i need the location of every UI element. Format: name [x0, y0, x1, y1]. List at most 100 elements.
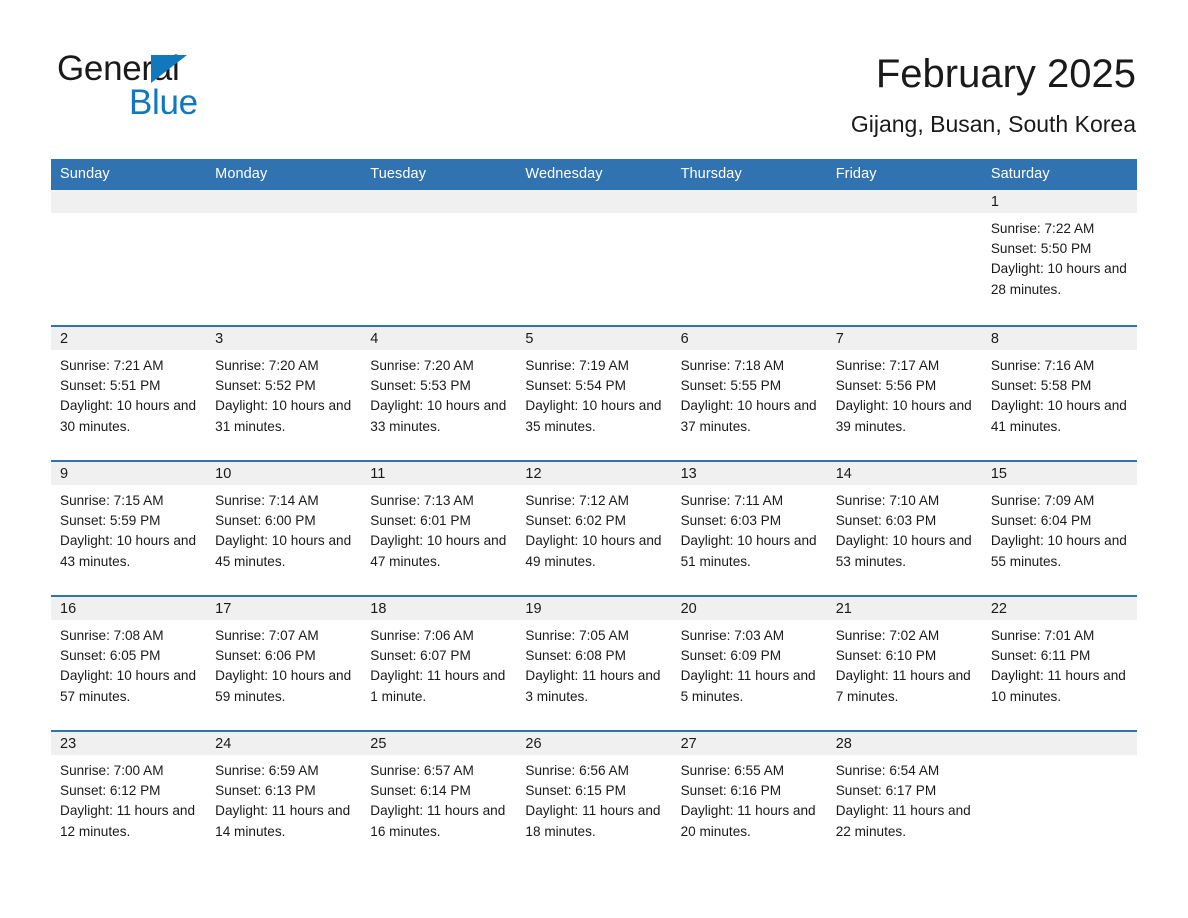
calendar-day-cell[interactable] — [981, 730, 1137, 865]
sunrise-text: Sunrise: 7:22 AM — [990, 221, 1095, 236]
sunrise-text: Sunrise: 7:18 AM — [680, 358, 785, 373]
daylight-text: Daylight: 10 hours and 33 minutes. — [370, 398, 507, 434]
sunset-text: Sunset: 6:17 PM — [835, 783, 937, 799]
calendar-day-cell[interactable]: 1 Sunrise: 7:22 AM Sunset: 5:50 PM Daylight… — [981, 190, 1137, 326]
weekday-header-monday: Monday — [206, 159, 362, 190]
calendar-day-cell[interactable]: 11 Sunrise: 7:13 AM Sunset: 6:01 PM Dayligh… — [361, 460, 517, 596]
calendar-day-cell[interactable]: 16 Sunrise: 7:08 AM Sunset: 6:05 PM Dayligh… — [51, 595, 207, 731]
daylight-text: Daylight: 11 hours and 7 minutes. — [835, 668, 971, 704]
sunset-text: Sunset: 5:50 PM — [990, 241, 1092, 257]
calendar-day-cell[interactable]: 2 Sunrise: 7:21 AM Sunset: 5:51 PM Daylight… — [51, 325, 207, 461]
day-number — [671, 190, 827, 213]
daylight-text: Daylight: 10 hours and 47 minutes. — [370, 533, 507, 569]
day-number: 12 — [516, 462, 672, 485]
calendar-day-cell[interactable]: 24 Sunrise: 6:59 AM Sunset: 6:13 PM Dayligh… — [206, 730, 362, 865]
day-number: 23 — [51, 732, 207, 755]
sunset-text: Sunset: 6:05 PM — [60, 648, 161, 664]
calendar-day-cell[interactable]: 12 Sunrise: 7:12 AM Sunset: 6:02 PM Dayligh… — [516, 460, 672, 596]
daylight-text: Daylight: 10 hours and 39 minutes. — [835, 398, 972, 434]
day-number: 15 — [981, 462, 1137, 485]
daylight-text: Daylight: 11 hours and 22 minutes. — [835, 803, 971, 839]
calendar-day-cell[interactable]: 7 Sunrise: 7:17 AM Sunset: 5:56 PM Daylight… — [826, 325, 982, 461]
calendar-day-cell[interactable]: 20 Sunrise: 7:03 AM Sunset: 6:09 PM Dayligh… — [671, 595, 827, 731]
sunrise-text: Sunrise: 7:03 AM — [680, 628, 785, 643]
day-number: 16 — [51, 597, 207, 620]
daylight-text: Daylight: 11 hours and 14 minutes. — [215, 803, 351, 839]
daylight-text: Daylight: 10 hours and 49 minutes. — [525, 533, 662, 569]
calendar-day-cell[interactable] — [361, 190, 517, 326]
daylight-text: Daylight: 11 hours and 3 minutes. — [525, 668, 661, 704]
daylight-text: Daylight: 11 hours and 10 minutes. — [990, 668, 1126, 704]
calendar-day-cell[interactable]: 8 Sunrise: 7:16 AM Sunset: 5:58 PM Daylight… — [981, 325, 1137, 461]
sunrise-text: Sunrise: 7:19 AM — [525, 358, 629, 373]
sunset-text: Sunset: 6:03 PM — [835, 513, 937, 529]
weekday-header-tuesday: Tuesday — [361, 159, 517, 190]
calendar-day-cell[interactable] — [51, 190, 207, 326]
day-number: 4 — [361, 327, 517, 350]
sunrise-text: Sunrise: 7:14 AM — [215, 493, 319, 508]
daylight-text: Daylight: 10 hours and 51 minutes. — [680, 533, 817, 569]
sunset-text: Sunset: 5:53 PM — [370, 378, 471, 394]
sunrise-text: Sunrise: 7:06 AM — [370, 628, 474, 643]
sunrise-text: Sunrise: 7:20 AM — [370, 358, 474, 373]
day-number: 21 — [826, 597, 982, 620]
sunset-text: Sunset: 6:15 PM — [525, 783, 626, 799]
calendar-day-cell[interactable]: 25 Sunrise: 6:57 AM Sunset: 6:14 PM Dayligh… — [361, 730, 517, 865]
calendar-day-cell[interactable]: 14 Sunrise: 7:10 AM Sunset: 6:03 PM Dayligh… — [826, 460, 982, 596]
calendar-week-row: 1 Sunrise: 7:22 AM Sunset: 5:50 PM Daylight… — [51, 190, 1137, 326]
calendar-week-row: 23 Sunrise: 7:00 AM Sunset: 6:12 PM Dayligh… — [51, 730, 1137, 865]
day-number — [206, 190, 362, 213]
sunset-text: Sunset: 5:56 PM — [835, 378, 937, 394]
day-number: 27 — [671, 732, 827, 755]
day-number — [51, 190, 207, 213]
sunrise-text: Sunrise: 7:09 AM — [990, 493, 1095, 508]
calendar-day-cell[interactable]: 10 Sunrise: 7:14 AM Sunset: 6:00 PM Dayligh… — [206, 460, 362, 596]
triangle-icon — [151, 55, 187, 83]
calendar-day-cell[interactable]: 18 Sunrise: 7:06 AM Sunset: 6:07 PM Dayligh… — [361, 595, 517, 731]
calendar-day-cell[interactable]: 19 Sunrise: 7:05 AM Sunset: 6:08 PM Dayligh… — [516, 595, 672, 731]
sunset-text: Sunset: 6:01 PM — [370, 513, 471, 529]
calendar-day-cell[interactable] — [671, 190, 827, 326]
calendar-day-cell[interactable]: 26 Sunrise: 6:56 AM Sunset: 6:15 PM Dayligh… — [516, 730, 672, 865]
sunset-text: Sunset: 6:13 PM — [215, 783, 316, 799]
calendar-body: 1 Sunrise: 7:22 AM Sunset: 5:50 PM Daylight… — [51, 190, 1137, 865]
sunset-text: Sunset: 5:52 PM — [215, 378, 316, 394]
calendar-day-cell[interactable] — [206, 190, 362, 326]
sunrise-text: Sunrise: 7:15 AM — [60, 493, 164, 508]
daylight-text: Daylight: 10 hours and 55 minutes. — [990, 533, 1127, 569]
calendar-week-row: 9 Sunrise: 7:15 AM Sunset: 5:59 PM Daylight… — [51, 460, 1137, 596]
sunrise-sunset-calendar: Sunday Monday Tuesday Wednesday Thursday… — [51, 159, 1137, 865]
calendar-day-cell[interactable]: 15 Sunrise: 7:09 AM Sunset: 6:04 PM Dayligh… — [981, 460, 1137, 596]
calendar-day-cell[interactable]: 5 Sunrise: 7:19 AM Sunset: 5:54 PM Daylight… — [516, 325, 672, 461]
calendar-day-cell[interactable]: 28 Sunrise: 6:54 AM Sunset: 6:17 PM Dayligh… — [826, 730, 982, 865]
day-number — [826, 190, 982, 213]
calendar-day-cell[interactable]: 3 Sunrise: 7:20 AM Sunset: 5:52 PM Daylight… — [206, 325, 362, 461]
daylight-text: Daylight: 10 hours and 37 minutes. — [680, 398, 817, 434]
daylight-text: Daylight: 10 hours and 41 minutes. — [990, 398, 1127, 434]
calendar-day-cell[interactable] — [826, 190, 982, 326]
logo-text-blue: Blue — [129, 83, 198, 122]
day-number: 9 — [51, 462, 207, 485]
day-number: 6 — [671, 327, 827, 350]
calendar-day-cell[interactable]: 9 Sunrise: 7:15 AM Sunset: 5:59 PM Daylight… — [51, 460, 207, 596]
sunrise-text: Sunrise: 7:13 AM — [370, 493, 474, 508]
calendar-day-cell[interactable]: 17 Sunrise: 7:07 AM Sunset: 6:06 PM Dayligh… — [206, 595, 362, 731]
calendar-day-cell[interactable]: 13 Sunrise: 7:11 AM Sunset: 6:03 PM Dayligh… — [671, 460, 827, 596]
calendar-day-cell[interactable]: 22 Sunrise: 7:01 AM Sunset: 6:11 PM Dayligh… — [981, 595, 1137, 731]
sunset-text: Sunset: 5:54 PM — [525, 378, 626, 394]
day-number — [361, 190, 517, 213]
sunset-text: Sunset: 6:16 PM — [680, 783, 782, 799]
daylight-text: Daylight: 11 hours and 16 minutes. — [370, 803, 506, 839]
day-number: 14 — [826, 462, 982, 485]
calendar-day-cell[interactable]: 21 Sunrise: 7:02 AM Sunset: 6:10 PM Dayligh… — [826, 595, 982, 731]
calendar-day-cell[interactable]: 27 Sunrise: 6:55 AM Sunset: 6:16 PM Dayligh… — [671, 730, 827, 865]
weekday-header-wednesday: Wednesday — [516, 159, 672, 190]
daylight-text: Daylight: 11 hours and 20 minutes. — [680, 803, 816, 839]
generalblue-logo[interactable]: General Blue — [57, 50, 357, 130]
day-number: 24 — [206, 732, 362, 755]
calendar-day-cell[interactable]: 23 Sunrise: 7:00 AM Sunset: 6:12 PM Dayligh… — [51, 730, 207, 865]
calendar-day-cell[interactable]: 4 Sunrise: 7:20 AM Sunset: 5:53 PM Daylight… — [361, 325, 517, 461]
calendar-day-cell[interactable] — [516, 190, 672, 326]
calendar-day-cell[interactable]: 6 Sunrise: 7:18 AM Sunset: 5:55 PM Daylight… — [671, 325, 827, 461]
day-number: 26 — [516, 732, 672, 755]
